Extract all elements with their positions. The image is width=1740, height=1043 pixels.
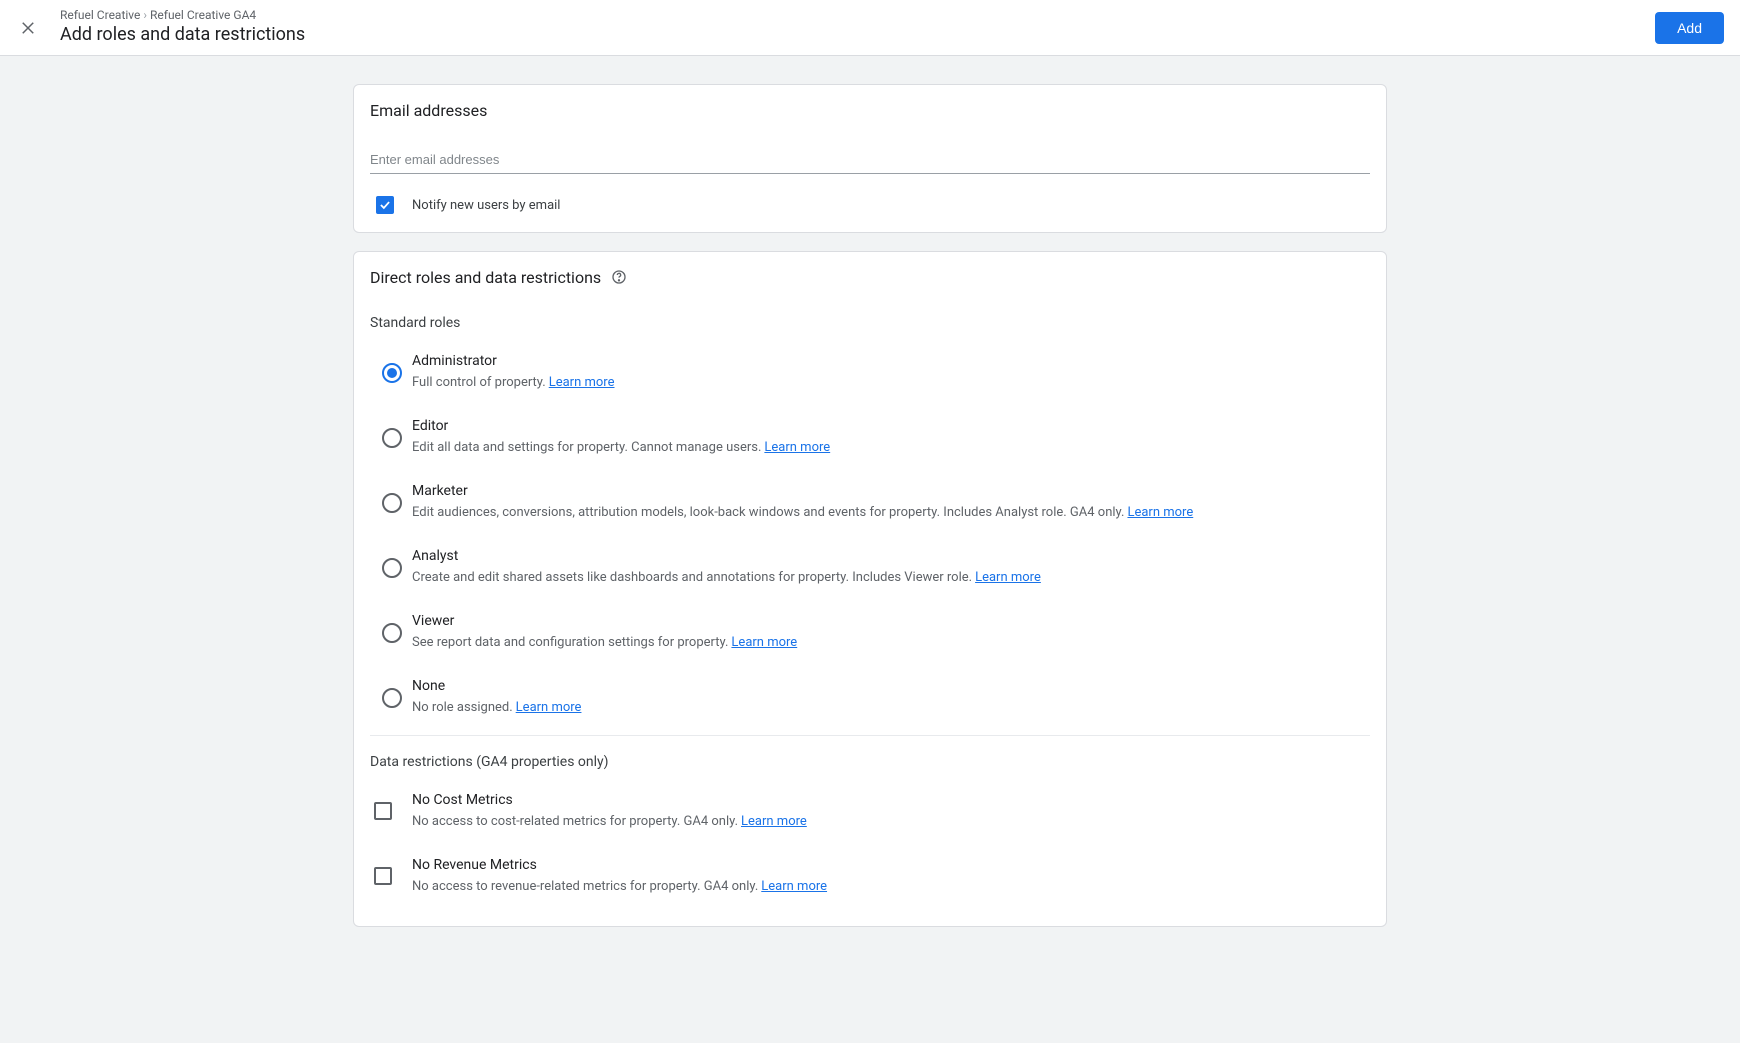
restriction-desc: No access to revenue-related metrics for… xyxy=(412,879,827,894)
breadcrumb-item[interactable]: Refuel Creative xyxy=(60,8,140,22)
breadcrumb: Refuel Creative›Refuel Creative GA4 xyxy=(60,8,1655,22)
radio-editor[interactable] xyxy=(382,428,402,448)
role-option-viewer[interactable]: Viewer See report data and configuration… xyxy=(370,599,1370,664)
radio-analyst[interactable] xyxy=(382,558,402,578)
restriction-title: No Revenue Metrics xyxy=(412,857,827,873)
checkbox-no-revenue[interactable] xyxy=(374,867,392,885)
role-option-analyst[interactable]: Analyst Create and edit shared assets li… xyxy=(370,534,1370,599)
radio-viewer[interactable] xyxy=(382,623,402,643)
learn-more-link[interactable]: Learn more xyxy=(975,570,1041,585)
role-desc: Create and edit shared assets like dashb… xyxy=(412,570,1041,585)
page-header: Refuel Creative›Refuel Creative GA4 Add … xyxy=(0,0,1740,56)
notify-label: Notify new users by email xyxy=(412,198,560,213)
close-icon[interactable] xyxy=(16,16,40,40)
role-option-administrator[interactable]: Administrator Full control of property.L… xyxy=(370,339,1370,404)
restriction-no-cost[interactable]: No Cost Metrics No access to cost-relate… xyxy=(370,778,1370,843)
role-desc: Edit all data and settings for property.… xyxy=(412,440,830,455)
breadcrumb-item[interactable]: Refuel Creative GA4 xyxy=(150,8,256,22)
chevron-right-icon: › xyxy=(143,8,147,22)
learn-more-link[interactable]: Learn more xyxy=(761,879,827,894)
radio-marketer[interactable] xyxy=(382,493,402,513)
checkbox-no-cost[interactable] xyxy=(374,802,392,820)
restriction-title: No Cost Metrics xyxy=(412,792,807,808)
restriction-desc: No access to cost-related metrics for pr… xyxy=(412,814,807,829)
email-addresses-card: Email addresses Notify new users by emai… xyxy=(353,84,1387,233)
page-title: Add roles and data restrictions xyxy=(60,24,1655,45)
data-restrictions-label: Data restrictions (GA4 properties only) xyxy=(370,754,1370,770)
email-card-title: Email addresses xyxy=(370,101,1370,120)
add-button[interactable]: Add xyxy=(1655,12,1724,44)
role-desc: No role assigned.Learn more xyxy=(412,700,581,715)
standard-roles-label: Standard roles xyxy=(370,315,1370,331)
learn-more-link[interactable]: Learn more xyxy=(764,440,830,455)
learn-more-link[interactable]: Learn more xyxy=(516,700,582,715)
help-icon[interactable] xyxy=(611,269,627,289)
learn-more-link[interactable]: Learn more xyxy=(549,375,615,390)
roles-card: Direct roles and data restrictions Stand… xyxy=(353,251,1387,927)
role-option-editor[interactable]: Editor Edit all data and settings for pr… xyxy=(370,404,1370,469)
role-option-marketer[interactable]: Marketer Edit audiences, conversions, at… xyxy=(370,469,1370,534)
learn-more-link[interactable]: Learn more xyxy=(1127,505,1193,520)
restriction-no-revenue[interactable]: No Revenue Metrics No access to revenue-… xyxy=(370,843,1370,908)
learn-more-link[interactable]: Learn more xyxy=(731,635,797,650)
role-title: Analyst xyxy=(412,548,1041,564)
role-desc: See report data and configuration settin… xyxy=(412,635,797,650)
role-title: Viewer xyxy=(412,613,797,629)
role-desc: Full control of property.Learn more xyxy=(412,375,615,390)
divider xyxy=(370,735,1370,736)
role-title: None xyxy=(412,678,581,694)
radio-none[interactable] xyxy=(382,688,402,708)
email-input[interactable] xyxy=(370,146,1370,174)
role-option-none[interactable]: None No role assigned.Learn more xyxy=(370,664,1370,729)
roles-card-title: Direct roles and data restrictions xyxy=(370,268,1370,289)
learn-more-link[interactable]: Learn more xyxy=(741,814,807,829)
role-title: Marketer xyxy=(412,483,1193,499)
role-desc: Edit audiences, conversions, attribution… xyxy=(412,505,1193,520)
notify-checkbox[interactable] xyxy=(376,196,394,214)
role-title: Editor xyxy=(412,418,830,434)
role-title: Administrator xyxy=(412,353,615,369)
radio-administrator[interactable] xyxy=(382,363,402,383)
